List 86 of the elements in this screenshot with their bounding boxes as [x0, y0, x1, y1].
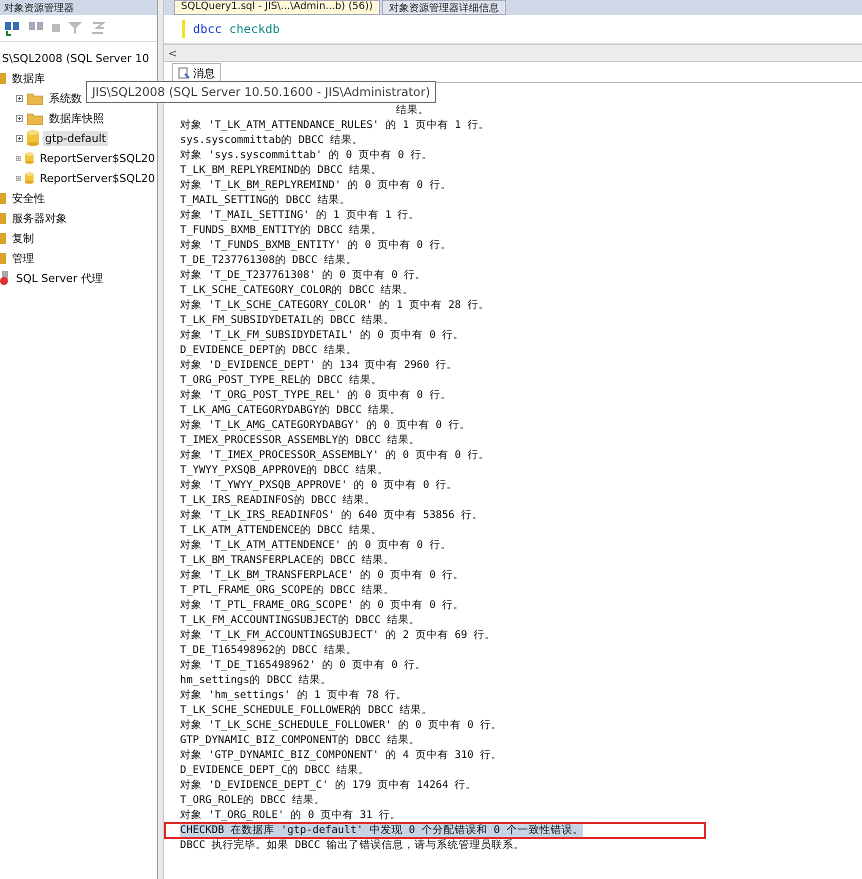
tree-item[interactable]: 管理 — [10, 250, 36, 266]
message-line: 对象 'D_EVIDENCE_DEPT_C' 的 179 页中有 14264 行。 — [180, 778, 477, 793]
message-line: T_ORG_ROLE的 DBCC 结果。 — [180, 793, 326, 808]
message-line: 对象 'T_LK_BM_TRANSFERPLACE' 的 0 页中有 0 行。 — [180, 568, 464, 583]
database-icon — [25, 150, 34, 166]
database-icon — [27, 130, 39, 146]
folder-icon — [0, 192, 6, 204]
message-line: T_DE_T237761308的 DBCC 结果。 — [180, 253, 357, 268]
message-line: T_LK_SCHE_CATEGORY_COLOR的 DBCC 结果。 — [180, 283, 414, 298]
message-line: T_MAIL_SETTING的 DBCC 结果。 — [180, 193, 350, 208]
message-line: T_LK_BM_REPLYREMIND的 DBCC 结果。 — [180, 163, 382, 178]
message-line: 对象 'T_ORG_ROLE' 的 0 页中有 31 行。 — [180, 808, 401, 823]
server-node[interactable]: S\SQL2008 (SQL Server 10 — [0, 52, 150, 64]
tree-item[interactable]: ReportServer$SQL20 — [38, 170, 157, 186]
message-line: 对象 'T_LK_BM_REPLYREMIND' 的 0 页中有 0 行。 — [180, 178, 452, 193]
messages-tab[interactable]: 消息 — [172, 63, 221, 82]
message-line: 对象 'T_MAIL_SETTING' 的 1 页中有 1 行。 — [180, 208, 420, 223]
message-line: 对象 'T_LK_SCHE_CATEGORY_COLOR' 的 1 页中有 28 行。 — [180, 298, 490, 313]
document-tab[interactable]: 对象资源管理器详细信息 — [382, 0, 506, 15]
message-line: 对象 'T_LK_ATM_ATTENDENCE' 的 0 页中有 0 行。 — [180, 538, 452, 553]
message-line: 对象 'T_YWYY_PXSQB_APPROVE' 的 0 页中有 0 行。 — [180, 478, 458, 493]
message-line: T_LK_BM_TRANSFERPLACE的 DBCC 结果。 — [180, 553, 395, 568]
message-line: 对象 'T_LK_IRS_READINFOS' 的 640 页中有 53856 行。 — [180, 508, 483, 523]
document-tab[interactable]: SQLQuery1.sql - JIS\...\Admin...b) (56)) — [174, 0, 380, 15]
message-line: GTP_DYNAMIC_BIZ_COMPONENT的 DBCC 结果。 — [180, 733, 420, 748]
message-line: 对象 'T_DE_T237761308' 的 0 页中有 0 行。 — [180, 268, 426, 283]
message-line: 对象 'T_DE_T165498962' 的 0 页中有 0 行。 — [180, 658, 426, 673]
expand-icon[interactable] — [16, 114, 23, 122]
folder-icon — [0, 252, 6, 264]
message-line: T_LK_FM_ACCOUNTINGSUBJECT的 DBCC 结果。 — [180, 613, 420, 628]
tree-item[interactable]: ReportServer$SQL20 — [38, 150, 157, 166]
message-line: T_LK_ATM_ATTENDENCE的 DBCC 结果。 — [180, 523, 382, 538]
database-icon — [25, 170, 34, 186]
folder-icon — [0, 72, 6, 84]
message-line: T_LK_AMG_CATEGORYDABGY的 DBCC 结果。 — [180, 403, 402, 418]
message-line: 对象 'T_LK_AMG_CATEGORYDABGY' 的 0 页中有 0 行。 — [180, 418, 470, 433]
query-code: dbcc checkdb — [193, 22, 280, 36]
tree-item[interactable]: 复制 — [10, 230, 36, 246]
folder-icon — [0, 212, 6, 224]
message-line: T_LK_FM_SUBSIDYDETAIL的 DBCC 结果。 — [180, 313, 395, 328]
message-line: T_LK_SCHE_SCHEDULE_FOLLOWER的 DBCC 结果。 — [180, 703, 433, 718]
message-line: 对象 'T_ORG_POST_TYPE_REL' 的 0 页中有 0 行。 — [180, 388, 452, 403]
expand-icon[interactable] — [16, 154, 22, 162]
message-line: D_EVIDENCE_DEPT_C的 DBCC 结果。 — [180, 763, 370, 778]
message-line: 结果。 — [395, 103, 429, 118]
message-icon — [178, 67, 190, 79]
message-line: D_EVIDENCE_DEPT的 DBCC 结果。 — [180, 343, 357, 358]
agent-stopped-icon — [0, 271, 10, 285]
message-line: T_DE_T165498962的 DBCC 结果。 — [180, 643, 357, 658]
message-line: 对象 'T_LK_SCHE_SCHEDULE_FOLLOWER' 的 0 页中有 0 行。 — [180, 718, 502, 733]
message-line: 对象 'hm_settings' 的 1 页中有 78 行。 — [180, 688, 408, 703]
message-line: T_ORG_POST_TYPE_REL的 DBCC 结果。 — [180, 373, 382, 388]
message-line: hm_settings的 DBCC 结果。 — [180, 673, 332, 688]
tree-item[interactable]: 服务器对象 — [10, 210, 69, 226]
message-line: T_YWYY_PXSQB_APPROVE的 DBCC 结果。 — [180, 463, 388, 478]
message-line: 对象 'sys.syscommittab' 的 0 页中有 0 行。 — [180, 148, 432, 163]
message-line: sys.syscommittab的 DBCC 结果。 — [180, 133, 364, 148]
message-line: T_IMEX_PROCESSOR_ASSEMBLY的 DBCC 结果。 — [180, 433, 420, 448]
message-line: T_PTL_FRAME_ORG_SCOPE的 DBCC 结果。 — [180, 583, 395, 598]
tree-item[interactable]: 数据库快照 — [47, 110, 106, 126]
horizontal-scrollbar[interactable]: < — [164, 44, 862, 62]
message-line: 对象 'T_IMEX_PROCESSOR_ASSEMBLY' 的 0 页中有 0 行。 — [180, 448, 490, 463]
message-line: DBCC 执行完毕。如果 DBCC 输出了错误信息，请与系统管理员联系。 — [180, 838, 525, 853]
message-line: 对象 'T_LK_FM_ACCOUNTINGSUBJECT' 的 2 页中有 69 行。 — [180, 628, 496, 643]
folder-icon — [27, 92, 43, 104]
tree-item[interactable]: 安全性 — [10, 190, 47, 206]
connect-icon[interactable] — [4, 20, 20, 36]
message-line: 对象 'T_LK_ATM_ATTENDANCE_RULES' 的 1 页中有 1 行。 — [180, 118, 490, 133]
message-line: T_LK_IRS_READINFOS的 DBCC 结果。 — [180, 493, 376, 508]
folder-icon — [0, 232, 6, 244]
message-line: 对象 'T_FUNDS_BXMB_ENTITY' 的 0 页中有 0 行。 — [180, 238, 452, 253]
tooltip: JIS\SQL2008 (SQL Server 10.50.1600 - JIS\Administrator) — [86, 81, 436, 103]
message-line: 对象 'GTP_DYNAMIC_BIZ_COMPONENT' 的 4 页中有 310 行。 — [180, 748, 502, 763]
tree-item[interactable]: SQL Server 代理 — [14, 270, 105, 286]
message-line: 对象 'T_LK_FM_SUBSIDYDETAIL' 的 0 页中有 0 行。 — [180, 328, 464, 343]
message-line: 对象 'D_EVIDENCE_DEPT' 的 134 页中有 2960 行。 — [180, 358, 458, 373]
message-line: T_FUNDS_BXMB_ENTITY的 DBCC 结果。 — [180, 223, 382, 238]
tree-item[interactable]: 系统数 — [47, 90, 84, 106]
expand-icon[interactable] — [16, 94, 23, 102]
expand-icon[interactable] — [16, 174, 22, 182]
tree-item[interactable]: 数据库 — [10, 70, 47, 86]
tree-item[interactable]: gtp-default — [43, 130, 108, 146]
folder-icon — [27, 112, 43, 124]
panel-title: 对象资源管理器 — [4, 2, 74, 14]
message-line: 对象 'T_PTL_FRAME_ORG_SCOPE' 的 0 页中有 0 行。 — [180, 598, 464, 613]
expand-icon[interactable] — [16, 134, 23, 142]
